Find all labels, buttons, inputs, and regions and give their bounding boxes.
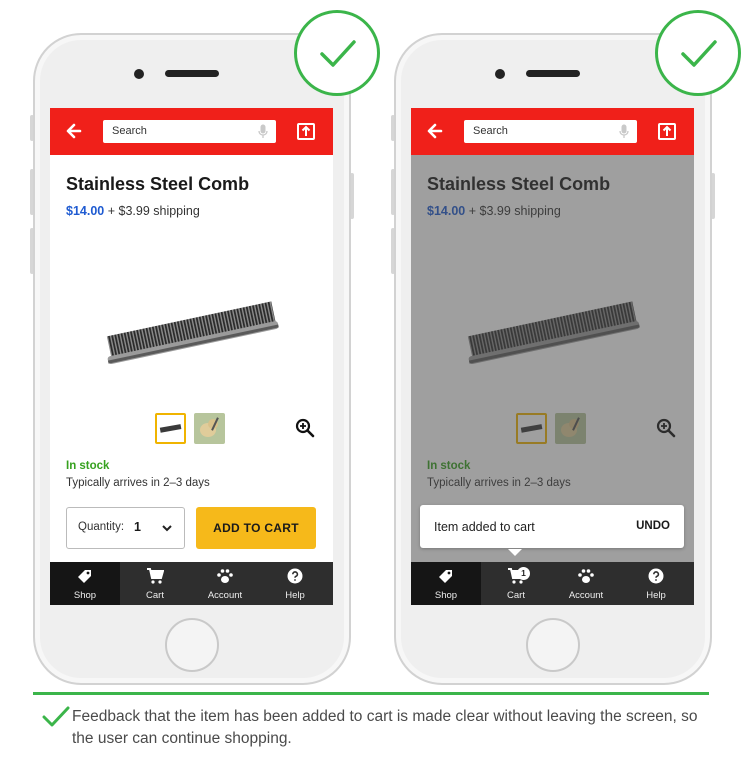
shipping-cost: + $3.99 shipping bbox=[107, 204, 200, 218]
help-icon bbox=[287, 568, 303, 584]
microphone-icon[interactable] bbox=[619, 124, 629, 139]
added-to-cart-snackbar: Item added to cart UNDO bbox=[420, 505, 684, 548]
microphone-icon[interactable] bbox=[258, 124, 268, 139]
home-button bbox=[165, 618, 219, 672]
success-check-badge bbox=[655, 10, 741, 96]
thumbnail-dog[interactable] bbox=[194, 413, 225, 444]
tab-help[interactable]: Help bbox=[260, 562, 330, 605]
checkmark-icon bbox=[320, 40, 356, 67]
caption-text: Feedback that the item has been added to… bbox=[72, 708, 698, 747]
search-placeholder: Search bbox=[473, 125, 508, 137]
tab-cart[interactable]: Cart bbox=[120, 562, 190, 605]
phone-before: Search Stainless Steel Comb $14.00 + $3.… bbox=[30, 33, 354, 685]
cart-count-badge: 1 bbox=[517, 567, 530, 580]
share-icon[interactable] bbox=[296, 121, 316, 141]
tab-help[interactable]: Help bbox=[621, 562, 691, 605]
product-image[interactable] bbox=[90, 283, 290, 383]
quantity-select[interactable]: Quantity: 1 bbox=[66, 507, 185, 549]
share-icon[interactable] bbox=[657, 121, 677, 141]
tab-label: Shop bbox=[434, 590, 458, 601]
product-screen: Search Stainless Steel Comb $14.00 + $3.… bbox=[50, 108, 333, 605]
add-to-cart-button[interactable]: ADD TO CART bbox=[196, 507, 316, 549]
zoom-in-icon[interactable] bbox=[295, 418, 315, 438]
tab-label: Account bbox=[568, 590, 604, 601]
tab-bar: Shop 1 Cart Account Help bbox=[411, 562, 694, 605]
chevron-down-icon bbox=[162, 525, 172, 532]
home-button bbox=[526, 618, 580, 672]
thumbnail-comb[interactable] bbox=[155, 413, 186, 444]
speaker bbox=[165, 70, 219, 77]
stock-status: In stock bbox=[66, 460, 110, 472]
camera bbox=[495, 69, 505, 79]
tab-shop[interactable]: Shop bbox=[411, 562, 481, 605]
dim-overlay[interactable] bbox=[411, 155, 694, 562]
caption-divider bbox=[33, 692, 709, 695]
tag-icon bbox=[78, 570, 91, 583]
phone-after: Search Stainless Steel Comb $14.00 + $3.… bbox=[391, 33, 715, 685]
quantity-value: 1 bbox=[134, 520, 141, 534]
product-screen-added: Search Stainless Steel Comb $14.00 + $3.… bbox=[411, 108, 694, 605]
checkmark-icon bbox=[681, 40, 717, 67]
tab-cart[interactable]: 1 Cart bbox=[481, 562, 551, 605]
paw-icon bbox=[217, 569, 233, 583]
undo-button[interactable]: UNDO bbox=[636, 520, 670, 532]
top-bar: Search bbox=[411, 108, 694, 155]
tab-label: Help bbox=[646, 590, 666, 601]
top-bar: Search bbox=[50, 108, 333, 155]
tab-label: Shop bbox=[73, 590, 97, 601]
product-title: Stainless Steel Comb bbox=[66, 174, 250, 194]
cart-icon bbox=[147, 568, 164, 584]
camera bbox=[134, 69, 144, 79]
tab-label: Help bbox=[285, 590, 305, 601]
help-icon bbox=[648, 568, 664, 584]
tab-account[interactable]: Account bbox=[551, 562, 621, 605]
snackbar-pointer bbox=[508, 549, 522, 556]
tab-label: Cart bbox=[507, 590, 525, 601]
tag-icon bbox=[439, 570, 452, 583]
search-input[interactable]: Search bbox=[464, 120, 637, 143]
price-line: $14.00 + $3.99 shipping bbox=[66, 204, 200, 218]
arrival-estimate: Typically arrives in 2–3 days bbox=[66, 477, 210, 489]
tab-shop[interactable]: Shop bbox=[50, 562, 120, 605]
tab-label: Account bbox=[207, 590, 243, 601]
tab-label: Cart bbox=[146, 590, 164, 601]
product-price: $14.00 bbox=[66, 204, 105, 218]
checkmark-icon bbox=[42, 706, 70, 727]
back-arrow-icon[interactable] bbox=[425, 121, 445, 141]
quantity-label: Quantity: bbox=[78, 521, 125, 533]
back-arrow-icon[interactable] bbox=[64, 121, 84, 141]
paw-icon bbox=[578, 569, 594, 583]
tab-bar: Shop Cart Account Help bbox=[50, 562, 333, 605]
search-placeholder: Search bbox=[112, 125, 147, 137]
success-check-badge bbox=[294, 10, 380, 96]
speaker bbox=[526, 70, 580, 77]
tab-account[interactable]: Account bbox=[190, 562, 260, 605]
search-input[interactable]: Search bbox=[103, 120, 276, 143]
snackbar-message: Item added to cart bbox=[434, 520, 535, 534]
